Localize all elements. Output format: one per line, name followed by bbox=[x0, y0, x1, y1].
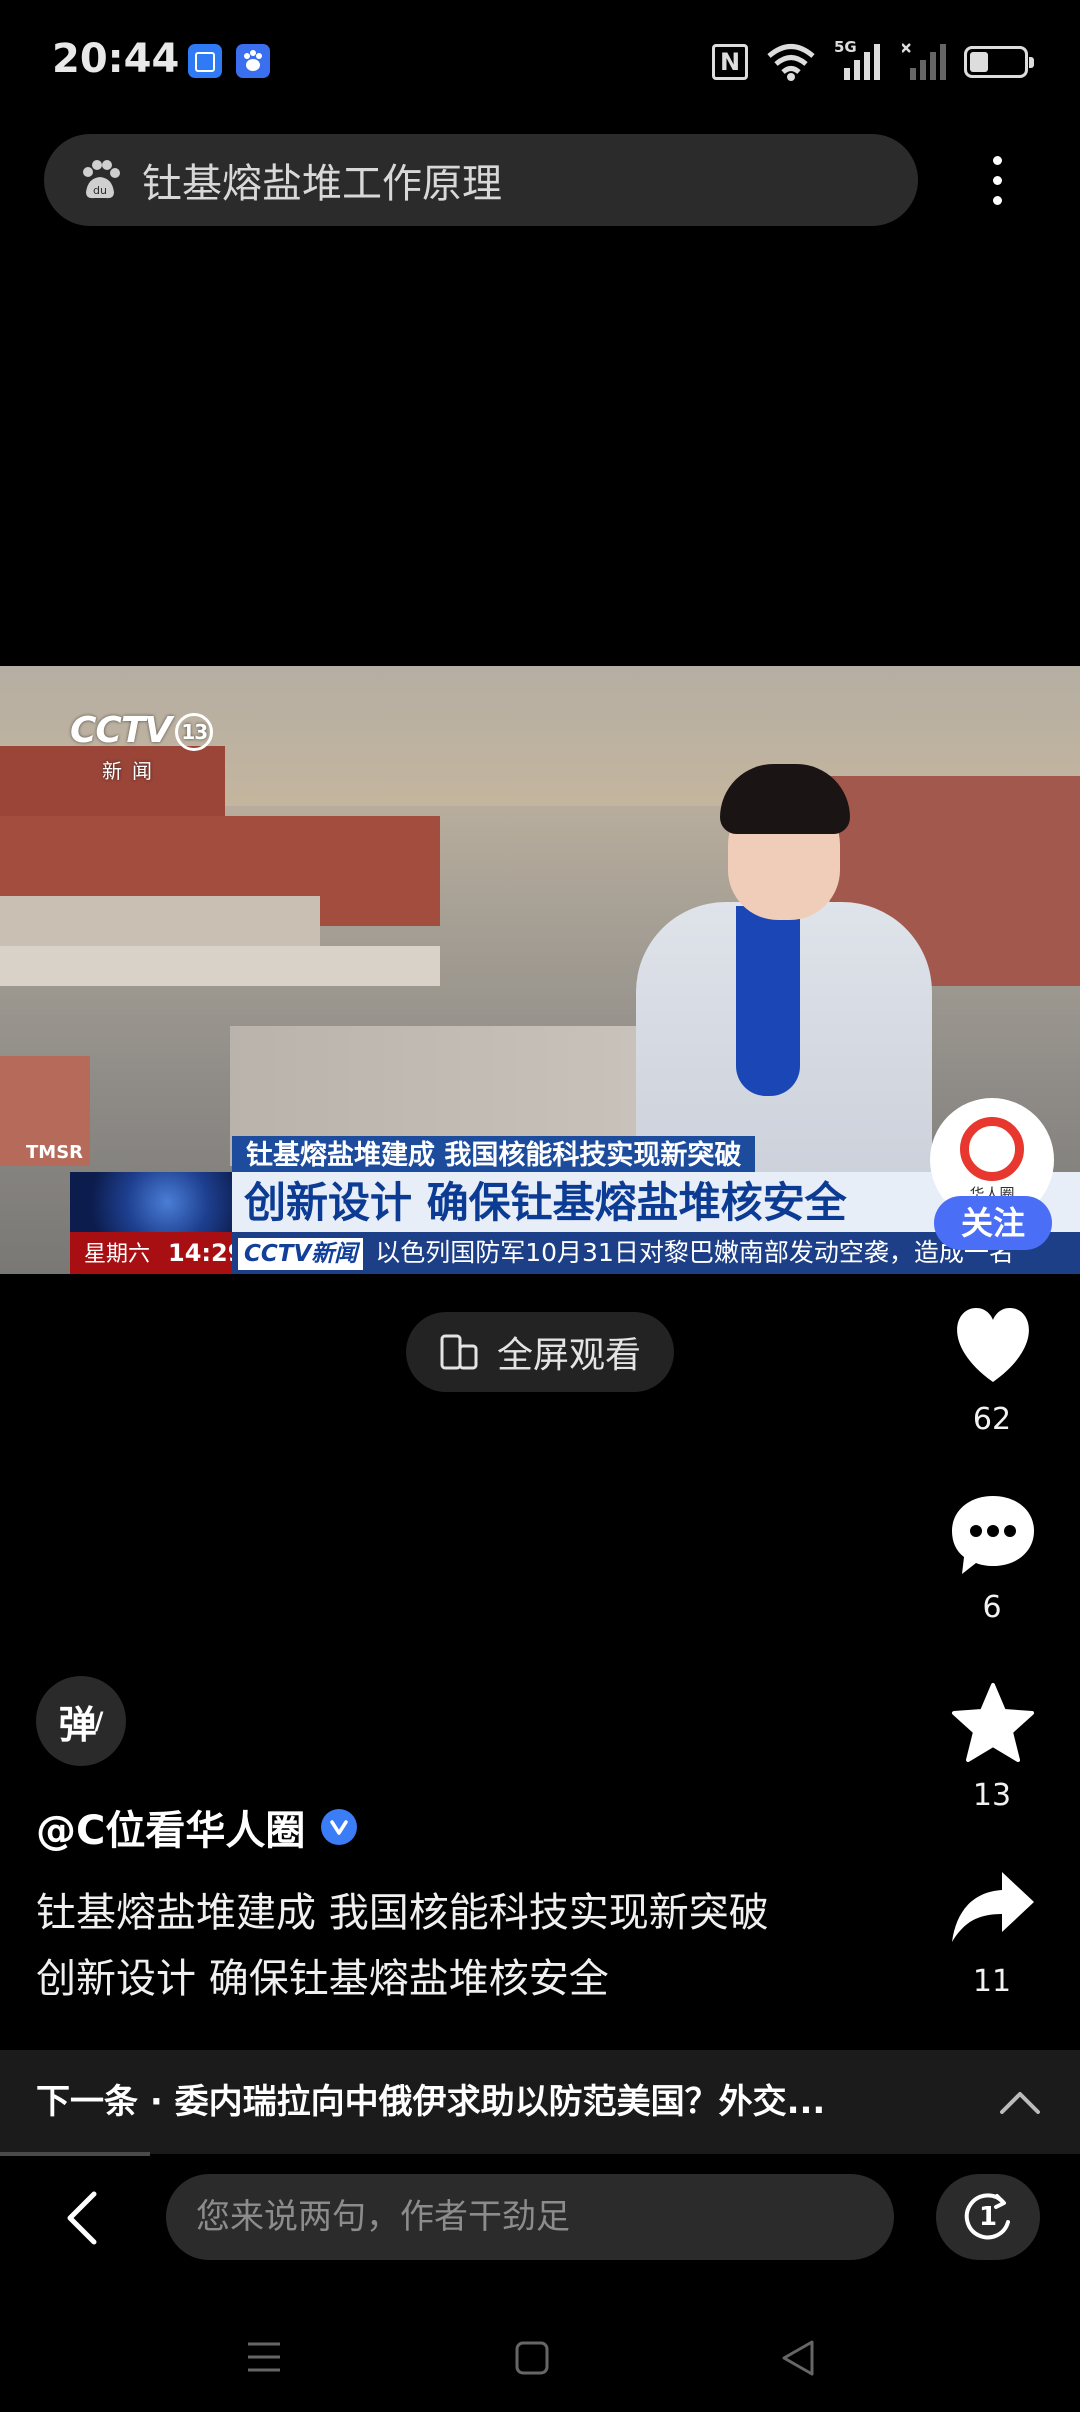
like-button[interactable] bbox=[950, 1306, 1036, 1390]
cctv-channel-logo: CCTV 13 新闻 bbox=[70, 710, 214, 784]
share-button[interactable] bbox=[950, 1870, 1036, 1948]
cctv-channel-sub: 新闻 bbox=[102, 759, 162, 783]
signal-no-service-icon bbox=[902, 43, 946, 80]
tmsr-sign: TMSR bbox=[26, 1142, 84, 1163]
fullscreen-label: 全屏观看 bbox=[496, 1335, 641, 1376]
search-bar[interactable]: du 钍基熔盐堆工作原理 bbox=[44, 134, 918, 226]
tab-count-button[interactable]: 1 bbox=[936, 2174, 1040, 2260]
news-ticker-headline: 钍基熔盐堆建成 我国核能科技实现新突破 bbox=[232, 1136, 756, 1176]
video-player[interactable]: TMSR CCTV 13 新闻 钍基熔盐堆建成 我国核能科技实现新突破 创新设计 … bbox=[0, 666, 1080, 1274]
comment-bubble-icon bbox=[952, 1496, 1034, 1574]
cctv-logo-text: CCTV bbox=[70, 710, 172, 751]
more-options-button[interactable] bbox=[974, 140, 1020, 220]
author-name: @C位看华人圈 bbox=[36, 1808, 306, 1854]
video-progress-bar bbox=[0, 2152, 150, 2156]
comment-count: 6 bbox=[982, 1590, 1002, 1625]
video-building bbox=[0, 896, 320, 946]
back-triangle-icon[interactable] bbox=[780, 2338, 816, 2378]
globe-icon bbox=[70, 1172, 232, 1232]
cctv-channel-number: 13 bbox=[175, 713, 214, 751]
more-dot-icon bbox=[992, 155, 1002, 165]
favorite-count: 13 bbox=[972, 1778, 1012, 1813]
app-badge-blue-icon bbox=[188, 44, 222, 78]
more-dot-icon bbox=[992, 195, 1002, 205]
star-icon bbox=[952, 1683, 1034, 1762]
back-arrow-icon[interactable] bbox=[62, 2190, 106, 2246]
post-caption-line-1: 钍基熔盐堆建成 我国核能科技实现新突破 bbox=[36, 1890, 769, 1936]
wifi-icon bbox=[767, 44, 815, 81]
status-bar: 20:44 N 5G bbox=[0, 0, 1080, 120]
next-video-bar[interactable]: 下一条 · 委内瑞拉向中俄伊求助以防范美国？外交... bbox=[0, 2050, 1080, 2156]
follow-button[interactable]: 关注 bbox=[934, 1196, 1052, 1250]
baidu-app-badge-icon bbox=[236, 44, 270, 78]
battery-icon bbox=[964, 46, 1034, 78]
author-logo-icon bbox=[960, 1116, 1024, 1181]
chevron-up-icon[interactable] bbox=[998, 2086, 1042, 2116]
home-icon[interactable] bbox=[514, 2340, 550, 2376]
cctv-news-mini-logo: CCTV新闻 bbox=[238, 1238, 364, 1270]
more-dot-icon bbox=[992, 175, 1002, 185]
status-icons: N 5G bbox=[712, 38, 1034, 84]
favorite-button[interactable] bbox=[950, 1682, 1036, 1768]
fullscreen-button[interactable]: 全屏观看 bbox=[406, 1312, 674, 1392]
battery-level bbox=[970, 52, 988, 72]
like-count: 62 bbox=[972, 1402, 1012, 1437]
video-ground bbox=[0, 946, 440, 986]
heart-icon bbox=[957, 1308, 1029, 1382]
ticker-day: 星期六 bbox=[84, 1242, 151, 1267]
ticker-scroll-text: 以色列国防军10月31日对黎巴嫩南部发动空袭，造成一名 bbox=[375, 1238, 1014, 1267]
danmaku-slash-icon: / bbox=[94, 1707, 104, 1735]
signal-5g-icon: 5G bbox=[834, 38, 884, 82]
tab-count-icon: 1 bbox=[963, 2192, 1013, 2242]
verified-badge-icon bbox=[321, 1809, 358, 1845]
news-ticker-clock: 星期六 14:29 bbox=[70, 1232, 244, 1274]
baidu-paw-icon: du bbox=[83, 160, 120, 199]
news-anchor-shirt bbox=[736, 906, 800, 1096]
status-time: 20:44 bbox=[52, 36, 180, 82]
share-count: 11 bbox=[972, 1964, 1012, 1999]
danmaku-toggle-button[interactable]: 弹 / bbox=[36, 1676, 126, 1766]
tab-count: 1 bbox=[978, 2202, 998, 2232]
next-video-title: 下一条 · 委内瑞拉向中俄伊求助以防范美国？外交... bbox=[36, 2082, 826, 2122]
nfc-icon: N bbox=[712, 44, 748, 80]
fullscreen-rotate-icon bbox=[440, 1334, 478, 1370]
post-caption-line-2: 创新设计 确保钍基熔盐堆核安全 bbox=[36, 1956, 609, 2002]
comment-input[interactable]: 您来说两句，作者干劲足 bbox=[166, 2174, 894, 2260]
danmaku-label: 弹 bbox=[58, 1702, 97, 1747]
svg-text:du: du bbox=[93, 184, 107, 197]
menu-icon[interactable] bbox=[246, 2340, 282, 2374]
share-arrow-icon bbox=[952, 1872, 1034, 1942]
search-query: 钍基熔盐堆工作原理 bbox=[142, 161, 502, 207]
comment-button[interactable] bbox=[950, 1494, 1036, 1582]
author-name-link[interactable]: @C位看华人圈 bbox=[36, 1798, 358, 1856]
system-nav-bar bbox=[0, 2300, 1080, 2412]
